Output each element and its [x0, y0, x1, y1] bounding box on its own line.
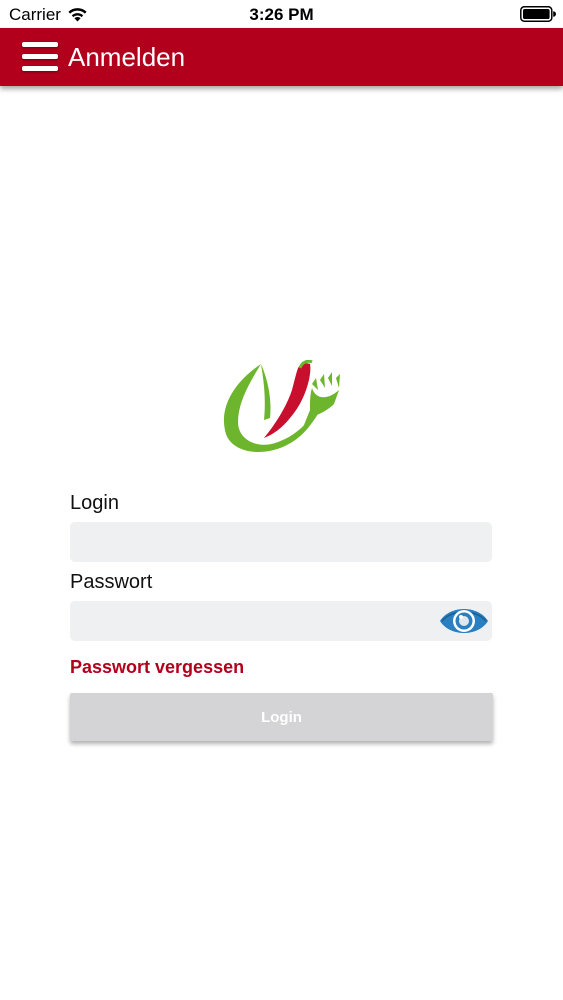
- status-bar: Carrier 3:26 PM: [0, 0, 563, 28]
- login-label: Login: [70, 492, 119, 514]
- hamburger-menu-icon[interactable]: [20, 37, 60, 77]
- eye-icon[interactable]: [438, 602, 490, 640]
- leaf-chili-fork-logo: [223, 360, 340, 453]
- battery-icon: [520, 6, 556, 22]
- password-input[interactable]: [70, 601, 492, 641]
- login-input[interactable]: [70, 522, 492, 562]
- status-time: 3:26 PM: [249, 5, 314, 24]
- forgot-password-link[interactable]: Passwort vergessen: [70, 657, 244, 678]
- password-label: Passwort: [70, 571, 153, 593]
- app-bar: Anmelden: [0, 28, 563, 86]
- page-title: Anmelden: [68, 42, 186, 72]
- login-button[interactable]: Login: [70, 693, 493, 741]
